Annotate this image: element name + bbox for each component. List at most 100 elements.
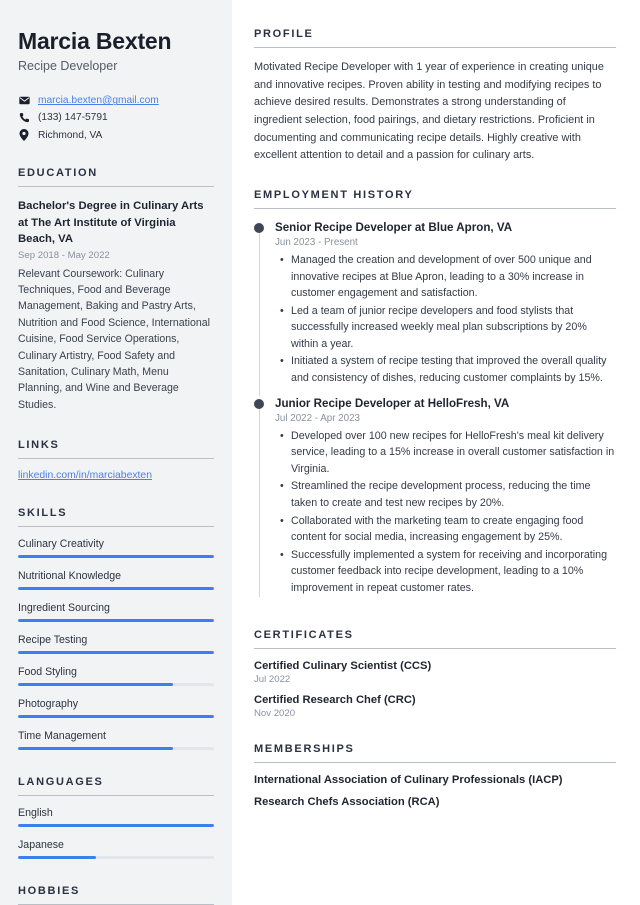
education-description: Relevant Coursework: Culinary Techniques…: [18, 267, 210, 411]
timeline-dot-icon: [254, 398, 264, 409]
location-pin-icon: [18, 129, 30, 142]
skill-level-fill: [18, 683, 173, 687]
memberships-heading: MEMBERSHIPS: [254, 743, 616, 764]
skill-item: Photography: [18, 698, 214, 719]
employment-bullets: Managed the creation and development of …: [275, 252, 616, 387]
main-content: PROFILE Motivated Recipe Developer with …: [232, 0, 640, 905]
section-skills: SKILLS Culinary Creativity Nutritional Kn…: [18, 507, 214, 751]
contact-phone-text: (133) 147-5791: [38, 112, 108, 124]
contact-phone: (133) 147-5791: [18, 112, 214, 123]
section-employment: EMPLOYMENT HISTORY Senior Recipe Develop…: [254, 189, 616, 606]
education-heading: EDUCATION: [18, 167, 214, 188]
employment-item: Senior Recipe Developer at Blue Apron, V…: [254, 220, 616, 396]
certificate-date: Nov 2020: [254, 708, 296, 720]
section-education: EDUCATION Bachelor's Degree in Culinary …: [18, 167, 214, 413]
contact-location: Richmond, VA: [18, 129, 214, 142]
education-date: Sep 2018 - May 2022: [18, 249, 110, 261]
section-profile: PROFILE Motivated Recipe Developer with …: [254, 28, 616, 165]
employment-heading: EMPLOYMENT HISTORY: [254, 189, 616, 209]
skill-level-fill: [18, 715, 214, 719]
skill-label: Time Management: [18, 730, 106, 743]
skill-item: Recipe Testing: [18, 634, 214, 655]
skill-level-track: [18, 555, 214, 559]
links-heading: LINKS: [18, 439, 214, 460]
skill-level-track: [18, 683, 214, 687]
skill-item: Time Management: [18, 730, 214, 751]
contact-email[interactable]: marcia.bexten@gmail.com: [18, 95, 214, 106]
education-degree: Bachelor's Degree in Culinary Arts at Th…: [18, 200, 204, 246]
hobbies-heading: HOBBIES: [18, 885, 214, 905]
employment-bullet: Collaborated with the marketing team to …: [280, 513, 616, 546]
profile-text: Motivated Recipe Developer with 1 year o…: [254, 61, 604, 162]
employment-item: Junior Recipe Developer at HelloFresh, V…: [254, 396, 616, 606]
skill-label: Ingredient Sourcing: [18, 602, 110, 615]
skill-item: Culinary Creativity: [18, 538, 214, 559]
employment-list: Senior Recipe Developer at Blue Apron, V…: [254, 220, 616, 606]
employment-date: Jul 2022 - Apr 2023: [275, 412, 360, 424]
language-level-track: [18, 824, 214, 828]
employment-bullet: Streamlined the recipe development proce…: [280, 478, 616, 511]
skill-level-track: [18, 651, 214, 655]
language-level-fill: [18, 856, 97, 860]
employment-date: Jun 2023 - Present: [275, 237, 358, 248]
languages-list: English Japanese: [18, 807, 214, 860]
language-level-track: [18, 856, 214, 860]
skill-item: Food Styling: [18, 666, 214, 687]
section-links: LINKS linkedin.com/in/marciabexten: [18, 439, 214, 481]
skill-label: Nutritional Knowledge: [18, 570, 122, 583]
contact-email-text[interactable]: marcia.bexten@gmail.com: [38, 95, 159, 106]
skill-level-fill: [18, 651, 214, 655]
certificates-heading: CERTIFICATES: [254, 629, 616, 650]
certificate-date: Jul 2022: [254, 674, 291, 686]
skill-level-track: [18, 747, 214, 751]
employment-bullet: Managed the creation and development of …: [280, 252, 616, 302]
skill-label: Recipe Testing: [18, 634, 88, 647]
profile-heading: PROFILE: [254, 28, 616, 48]
skill-label: Culinary Creativity: [18, 538, 104, 551]
skill-label: Photography: [18, 698, 79, 711]
phone-icon: [18, 112, 30, 123]
employment-role: Junior Recipe Developer at HelloFresh, V…: [275, 396, 510, 410]
section-memberships: MEMBERSHIPS International Association of…: [254, 743, 616, 808]
language-label: Japanese: [18, 839, 64, 852]
page-title: Marcia Bexten: [18, 28, 172, 54]
sidebar: Marcia Bexten Recipe Developer marcia.be…: [0, 0, 232, 905]
membership-item: Research Chefs Association (RCA): [254, 796, 440, 809]
employment-bullet: Developed over 100 new recipes for Hello…: [280, 428, 616, 478]
language-item: Japanese: [18, 839, 214, 860]
contact-list: marcia.bexten@gmail.com (133) 147-5791 R…: [18, 95, 214, 142]
language-level-fill: [18, 824, 214, 828]
skill-item: Nutritional Knowledge: [18, 570, 214, 591]
employment-bullet: Led a team of junior recipe developers a…: [280, 303, 616, 353]
skill-item: Ingredient Sourcing: [18, 602, 214, 623]
certificate-item: Certified Culinary Scientist (CCS) Jul 20…: [254, 660, 616, 685]
employment-role: Senior Recipe Developer at Blue Apron, V…: [275, 220, 513, 234]
skills-heading: SKILLS: [18, 507, 214, 528]
certificate-name: Certified Culinary Scientist (CCS): [254, 660, 432, 673]
certificates-list: Certified Culinary Scientist (CCS) Jul 20…: [254, 660, 616, 719]
skill-label: Food Styling: [18, 666, 77, 679]
section-hobbies: HOBBIES: [18, 885, 214, 905]
employment-bullet: Successfully implemented a system for re…: [280, 547, 616, 597]
membership-item: International Association of Culinary Pr…: [254, 774, 563, 787]
timeline-dot-icon: [254, 222, 264, 233]
languages-heading: LANGUAGES: [18, 776, 214, 797]
certificate-item: Certified Research Chef (CRC) Nov 2020: [254, 694, 616, 719]
envelope-icon: [18, 96, 30, 105]
header-job-title: Recipe Developer: [18, 59, 118, 74]
link-linkedin[interactable]: linkedin.com/in/marciabexten: [18, 470, 214, 481]
skill-level-fill: [18, 619, 214, 623]
skill-level-track: [18, 715, 214, 719]
language-label: English: [18, 807, 53, 820]
skill-level-fill: [18, 747, 173, 751]
skill-level-fill: [18, 587, 214, 591]
employment-bullet: Initiated a system of recipe testing tha…: [280, 353, 616, 386]
skill-level-track: [18, 619, 214, 623]
certificate-name: Certified Research Chef (CRC): [254, 694, 416, 707]
employment-bullets: Developed over 100 new recipes for Hello…: [275, 428, 616, 597]
section-certificates: CERTIFICATES Certified Culinary Scientis…: [254, 629, 616, 719]
skills-list: Culinary Creativity Nutritional Knowledge…: [18, 538, 214, 751]
skill-level-fill: [18, 555, 214, 559]
language-item: English: [18, 807, 214, 828]
skill-level-track: [18, 587, 214, 591]
